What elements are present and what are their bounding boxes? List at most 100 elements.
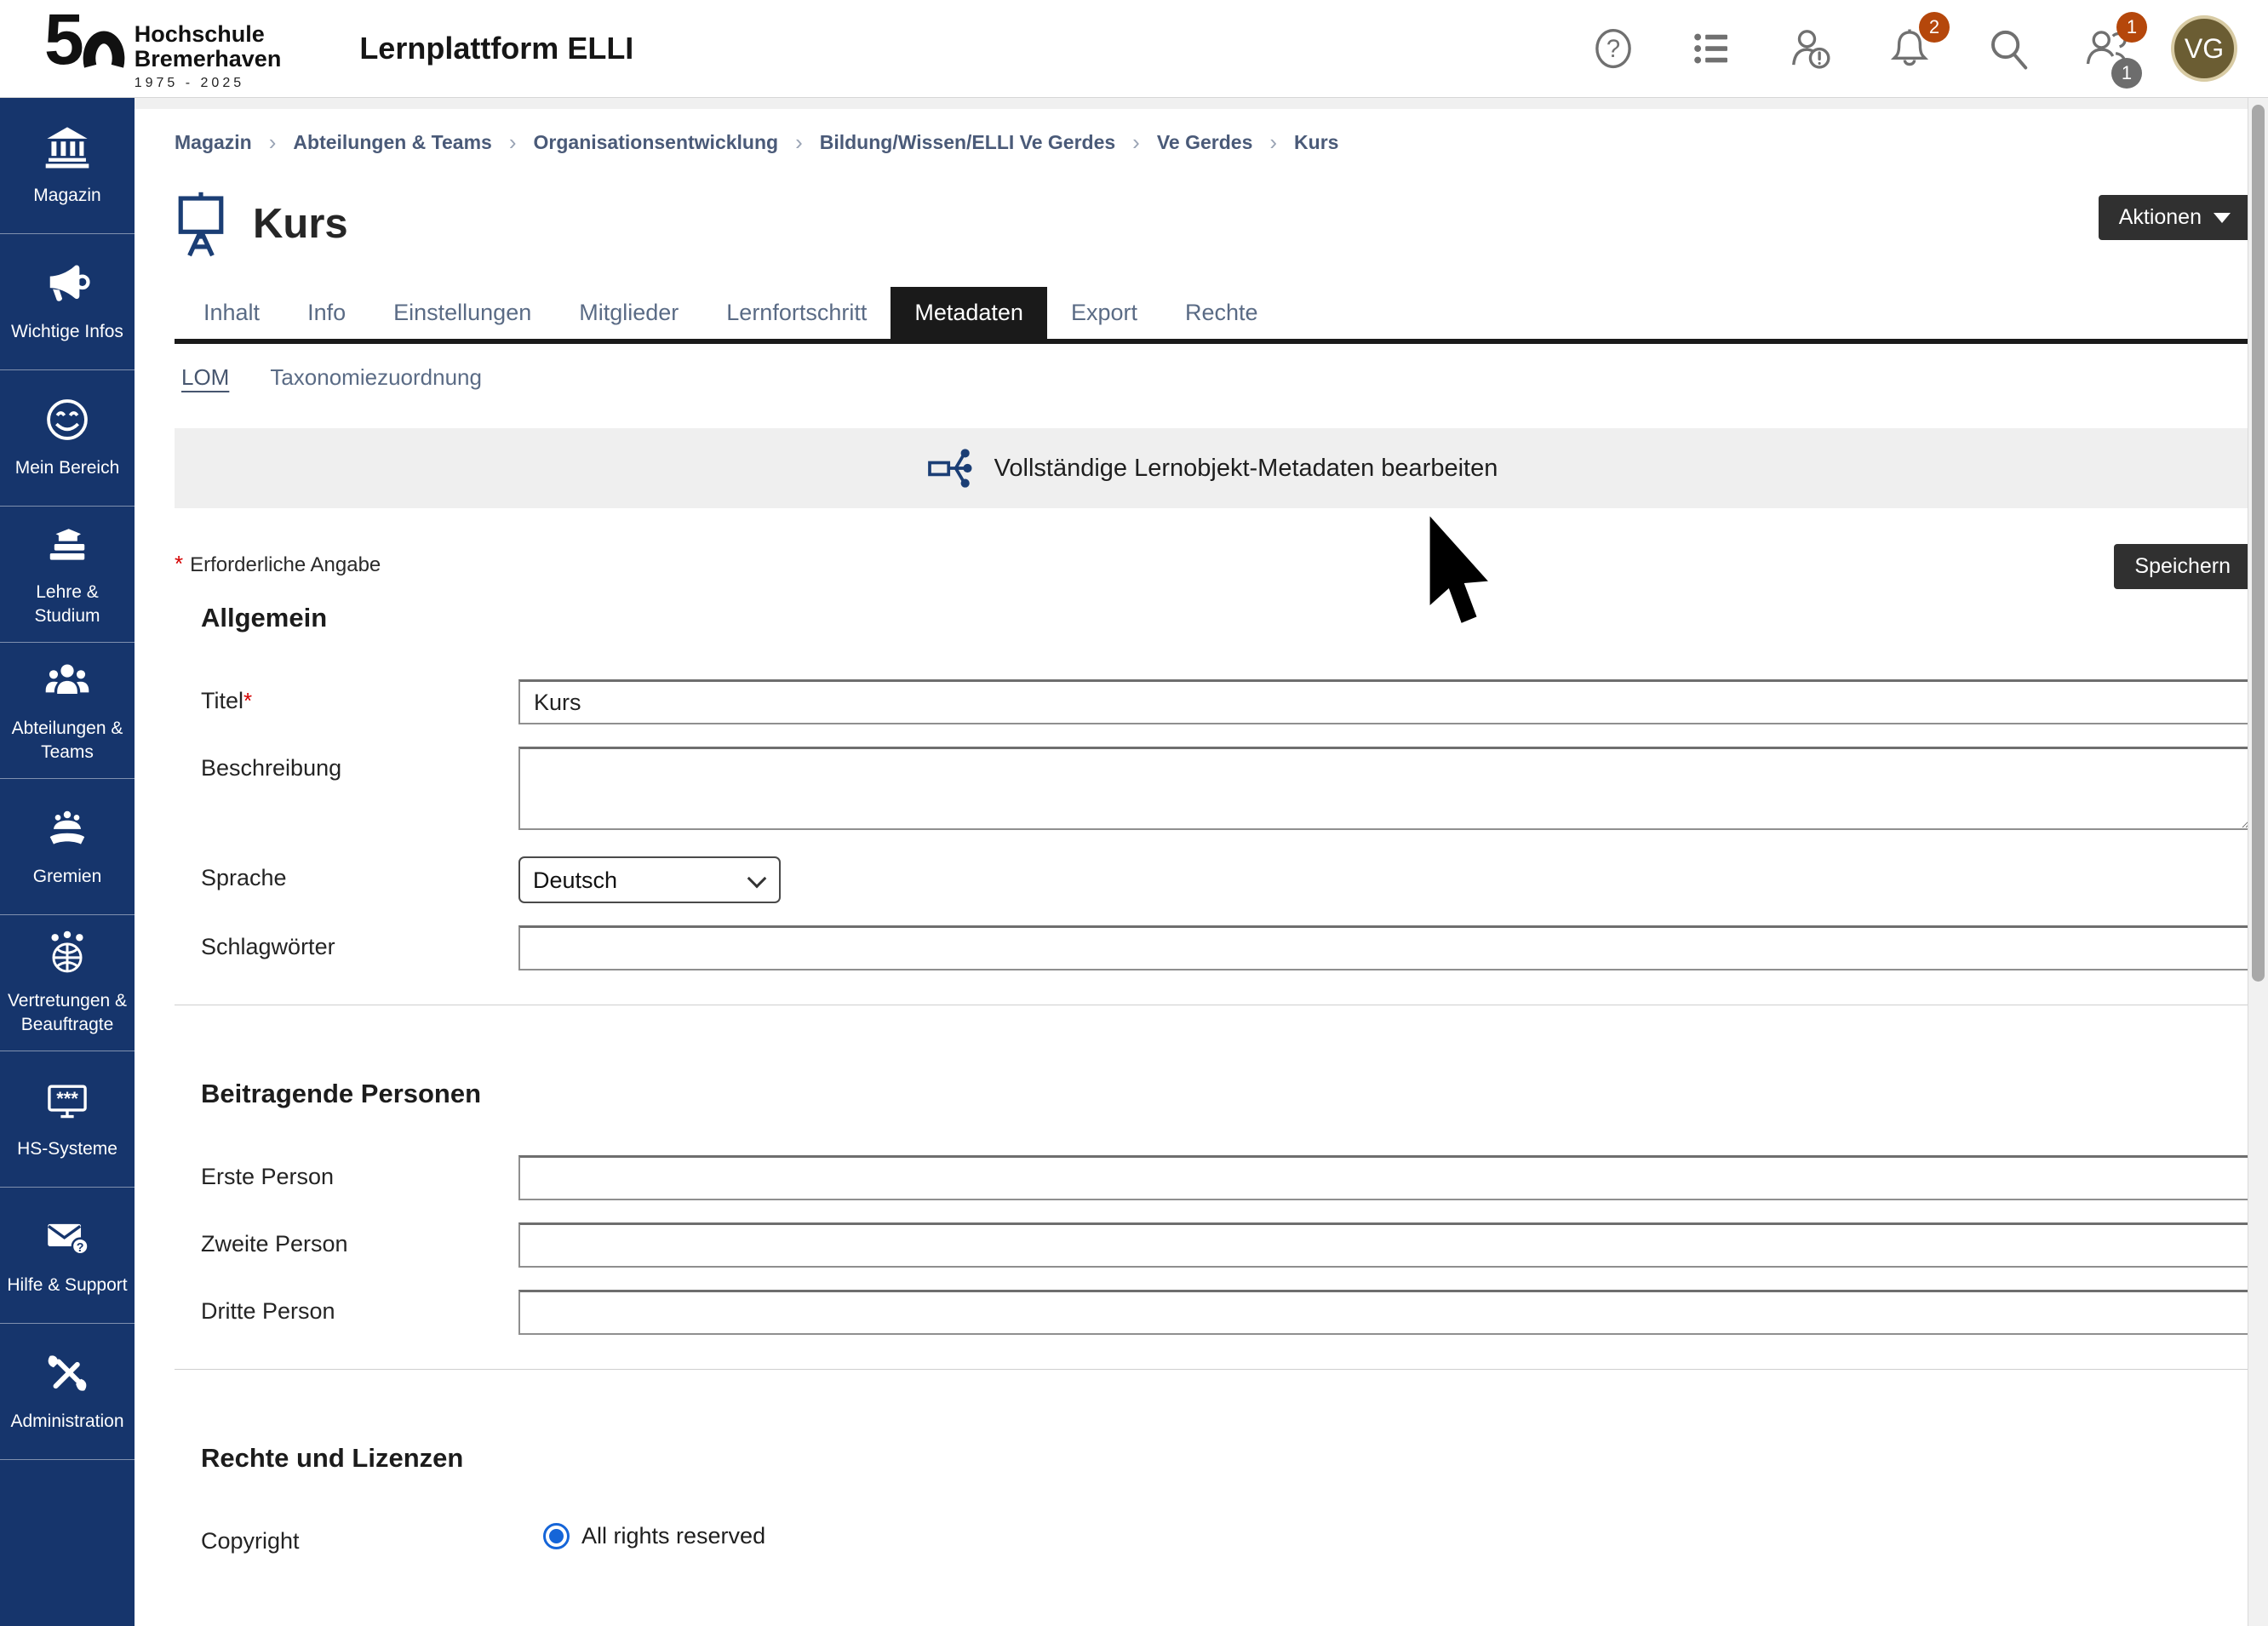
users-button[interactable]: 11 xyxy=(2084,26,2130,72)
sidebar-item-mein-bereich[interactable]: Mein Bereich xyxy=(0,370,135,507)
titel-input[interactable] xyxy=(518,679,2251,724)
tab-rechte[interactable]: Rechte xyxy=(1161,287,1282,339)
dritte-person-input[interactable] xyxy=(518,1290,2251,1335)
vertical-scrollbar xyxy=(2248,98,2268,1626)
help-button[interactable]: ? xyxy=(1590,26,1636,72)
tab-mitglieder[interactable]: Mitglieder xyxy=(555,287,702,339)
tab-lernfortschritt[interactable]: Lernfortschritt xyxy=(702,287,891,339)
actions-button[interactable]: Aktionen xyxy=(2099,195,2251,240)
sidebar-item-label: Magazin xyxy=(33,184,100,207)
tab-metadaten[interactable]: Metadaten xyxy=(891,287,1047,339)
form-row-beschreibung: Beschreibung xyxy=(175,747,2251,834)
bank-icon xyxy=(44,124,90,175)
form-row-zweite-person: Zweite Person xyxy=(175,1222,2251,1268)
sidebar-item-label: Administration xyxy=(10,1410,123,1433)
tab-einstellungen[interactable]: Einstellungen xyxy=(369,287,555,339)
sidebar-item-hilfe-support[interactable]: ?Hilfe & Support xyxy=(0,1188,135,1324)
page-title-row: Kurs Aktionen xyxy=(175,190,2251,258)
tab-export[interactable]: Export xyxy=(1047,287,1161,339)
university-logo[interactable]: 5 Hochschule Bremerhaven 1975 - 2025 xyxy=(44,7,281,91)
subtab-taxonomiezuordnung[interactable]: Taxonomiezuordnung xyxy=(270,364,482,391)
copyright-radio-row: All rights reserved xyxy=(543,1520,2251,1549)
svg-text:***: *** xyxy=(56,1088,78,1109)
sidebar-item-lehre-studium[interactable]: Lehre & Studium xyxy=(0,507,135,643)
user-alert-button[interactable] xyxy=(1788,26,1834,72)
zweite-person-input[interactable] xyxy=(518,1222,2251,1268)
breadcrumb-item-kurs[interactable]: Kurs xyxy=(1294,131,1338,154)
section-title: Beitragende Personen xyxy=(201,1079,2251,1109)
save-button[interactable]: Speichern xyxy=(2114,544,2251,589)
user-avatar[interactable]: VG xyxy=(2171,15,2237,82)
help-icon: ? xyxy=(1590,26,1636,72)
field-label: Zweite Person xyxy=(175,1222,518,1268)
schlagworter-input[interactable] xyxy=(518,925,2251,970)
globe-people-icon xyxy=(44,930,90,980)
caret-down-icon xyxy=(2214,213,2231,223)
logo-years: 1975 - 2025 xyxy=(135,76,282,91)
field-label: Dritte Person xyxy=(175,1290,518,1335)
sidebar-item-label: Wichtige Infos xyxy=(11,320,123,343)
sidebar-item-abteilungen-teams[interactable]: Abteilungen & Teams xyxy=(0,643,135,779)
field-label: Erste Person xyxy=(175,1155,518,1200)
sprache-select-wrap: Deutsch xyxy=(518,856,781,903)
edit-full-metadata-link[interactable]: Vollständige Lernobjekt-Metadaten bearbe… xyxy=(175,428,2251,508)
sidebar-item-label: Gremien xyxy=(33,865,102,888)
required-asterisk: * xyxy=(175,551,183,576)
section-title: Rechte und Lizenzen xyxy=(201,1443,2251,1474)
banner-label: Vollständige Lernobjekt-Metadaten bearbe… xyxy=(994,455,1498,483)
required-note: *Erforderliche Angabe xyxy=(175,544,381,577)
section-divider xyxy=(175,1369,2251,1370)
sidebar-item-magazin[interactable]: Magazin xyxy=(0,98,135,234)
form-row-schlagworter: Schlagwörter xyxy=(175,925,2251,970)
form-header: *Erforderliche Angabe Speichern xyxy=(175,544,2251,589)
form-section-rechte-und-lizenzen: Rechte und Lizenzen Copyright All rights r… xyxy=(175,1443,2251,1554)
user-alert-icon xyxy=(1788,26,1834,72)
sidebar-item-gremien[interactable]: Gremien xyxy=(0,779,135,915)
committee-icon xyxy=(44,805,90,856)
notification-badge: 1 xyxy=(2116,12,2147,43)
form-section-beitragende-personen: Beitragende Personen Erste Person Zweite P… xyxy=(175,1079,2251,1335)
main-sidebar: Magazin Wichtige Infos Mein BereichLehre &… xyxy=(0,98,135,1626)
field-label: Beschreibung xyxy=(175,747,518,834)
required-asterisk: * xyxy=(243,688,252,713)
subtab-lom[interactable]: LOM xyxy=(181,364,229,391)
copyright-radio[interactable] xyxy=(543,1523,570,1549)
breadcrumb-item-ve-gerdes[interactable]: Ve Gerdes xyxy=(1157,131,1253,154)
field-label: Titel* xyxy=(175,679,518,724)
sprache-select[interactable]: Deutsch xyxy=(518,856,781,903)
breadcrumb-item-abteilungen-teams[interactable]: Abteilungen & Teams xyxy=(293,131,491,154)
breadcrumb-separator-icon: › xyxy=(1269,129,1277,156)
sidebar-item-label: Hilfe & Support xyxy=(7,1274,127,1297)
tab-info[interactable]: Info xyxy=(284,287,369,339)
search-button[interactable] xyxy=(1985,26,2031,72)
breadcrumb: Magazin › Abteilungen & Teams › Organisation… xyxy=(175,109,2251,156)
sidebar-item-administration[interactable]: Administration xyxy=(0,1324,135,1460)
field-label: Copyright xyxy=(175,1520,518,1554)
erste-person-input[interactable] xyxy=(518,1155,2251,1200)
app-title: Lernplattform ELLI xyxy=(359,31,633,66)
breadcrumb-item-bildung-wissen-elli-ve-gerdes[interactable]: Bildung/Wissen/ELLI Ve Gerdes xyxy=(820,131,1115,154)
sidebar-item-vertretungen-beauftragte[interactable]: Vertretungen & Beauftragte xyxy=(0,915,135,1051)
top-header: 5 Hochschule Bremerhaven 1975 - 2025 Ler… xyxy=(0,0,2268,98)
tab-inhalt[interactable]: Inhalt xyxy=(180,287,284,339)
logo-line2: Bremerhaven xyxy=(135,47,282,72)
sidebar-item-wichtige-infos[interactable]: Wichtige Infos xyxy=(0,234,135,370)
notification-badge: 2 xyxy=(1919,12,1950,43)
bell-button[interactable]: 2 xyxy=(1887,26,1933,72)
list-icon xyxy=(1689,26,1735,72)
form-row-sprache: SpracheDeutsch xyxy=(175,856,2251,903)
breadcrumb-separator-icon: › xyxy=(795,129,803,156)
scrollbar-thumb[interactable] xyxy=(2252,105,2265,982)
search-icon xyxy=(1985,26,2031,72)
form-section-allgemein: AllgemeinTitel*BeschreibungSpracheDeutsc… xyxy=(175,603,2251,970)
beschreibung-textarea[interactable] xyxy=(518,747,2251,830)
monitor-icon: *** xyxy=(44,1078,90,1128)
content-area: Magazin › Abteilungen & Teams › Organisation… xyxy=(135,98,2268,1626)
breadcrumb-item-organisationsentwicklung[interactable]: Organisationsentwicklung xyxy=(534,131,779,154)
list-button[interactable] xyxy=(1689,26,1735,72)
sidebar-item-hs-systeme[interactable]: ***HS-Systeme xyxy=(0,1051,135,1188)
breadcrumb-item-magazin[interactable]: Magazin xyxy=(175,131,252,154)
books-icon xyxy=(44,521,90,571)
team-icon xyxy=(44,657,90,707)
radio-option-label: All rights reserved xyxy=(581,1523,765,1549)
